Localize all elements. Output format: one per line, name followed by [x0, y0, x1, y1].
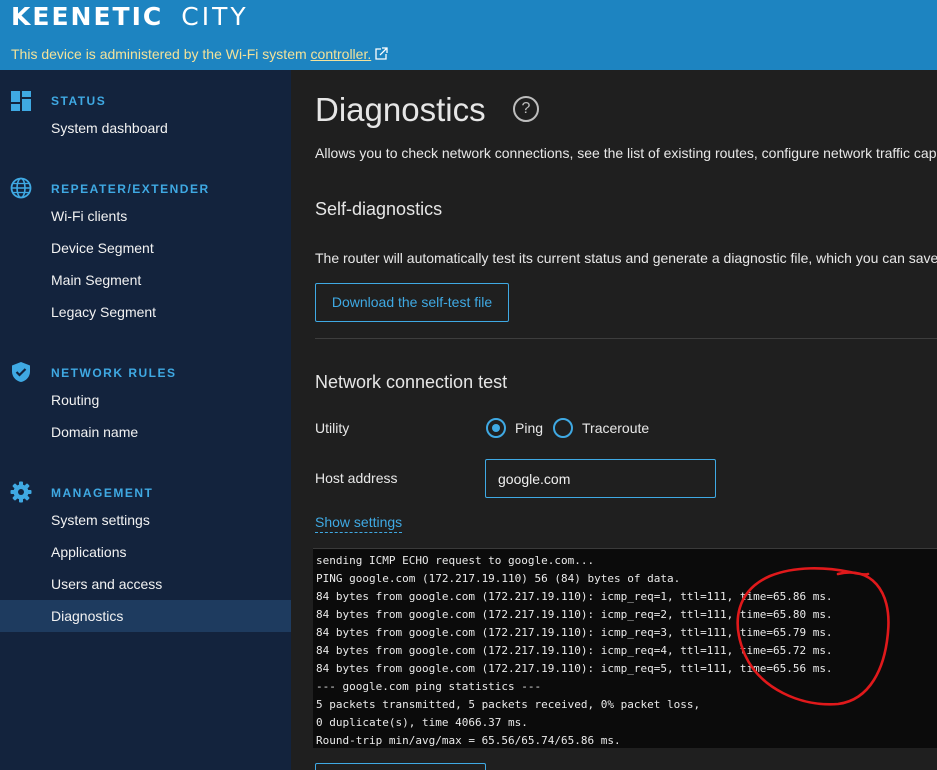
external-link-icon[interactable] — [374, 47, 388, 64]
page-description: Allows you to check network connections,… — [315, 145, 937, 161]
group-title-management: MANAGEMENT — [51, 486, 154, 500]
dashboard-icon — [10, 90, 32, 112]
host-address-input[interactable] — [485, 459, 716, 498]
sidebar-item-diagnostics[interactable]: Diagnostics — [0, 600, 291, 632]
gear-icon — [10, 481, 32, 503]
console-line: Round-trip min/avg/max = 65.56/65.74/65.… — [316, 734, 621, 747]
console-line: 84 bytes from google.com (172.217.19.110… — [316, 644, 833, 657]
sidebar: STATUS System dashboard REPEATER/EXTENDE… — [0, 70, 291, 770]
sidebar-item-routing[interactable]: Routing — [0, 384, 291, 416]
brand-sub: CITY — [181, 1, 249, 31]
sidebar-item-users-and-access[interactable]: Users and access — [0, 568, 291, 600]
shield-icon — [10, 361, 32, 383]
sidebar-item-legacy-segment[interactable]: Legacy Segment — [0, 296, 291, 328]
admin-notice-text: This device is administered by the Wi-Fi… — [11, 46, 311, 62]
globe-icon — [10, 177, 32, 199]
traceroute-radio[interactable] — [553, 418, 573, 438]
partial-action-button[interactable] — [315, 763, 486, 770]
ping-output-console: sending ICMP ECHO request to google.com.… — [313, 548, 937, 748]
console-line: PING google.com (172.217.19.110) 56 (84)… — [316, 572, 681, 585]
console-line: 0 duplicate(s), time 4066.37 ms. — [316, 716, 528, 729]
console-line: 84 bytes from google.com (172.217.19.110… — [316, 626, 833, 639]
ping-radio[interactable] — [486, 418, 506, 438]
group-title-network-rules: NETWORK RULES — [51, 366, 177, 380]
console-line: 84 bytes from google.com (172.217.19.110… — [316, 608, 833, 621]
controller-link[interactable]: controller. — [311, 46, 372, 62]
page-title: Diagnostics — [315, 91, 486, 128]
self-diagnostics-description: The router will automatically test its c… — [315, 250, 937, 266]
section-divider — [315, 338, 937, 339]
brand-main: KEENETIC — [11, 1, 164, 31]
console-line: --- google.com ping statistics --- — [316, 680, 542, 693]
console-line: sending ICMP ECHO request to google.com.… — [316, 554, 595, 567]
console-line: 84 bytes from google.com (172.217.19.110… — [316, 662, 833, 675]
ping-radio-label[interactable]: Ping — [515, 420, 543, 436]
show-settings-link[interactable]: Show settings — [315, 514, 403, 533]
main-content: Diagnostics ? Allows you to check networ… — [291, 70, 937, 770]
sidebar-item-applications[interactable]: Applications — [0, 536, 291, 568]
traceroute-radio-label[interactable]: Traceroute — [582, 420, 649, 436]
sidebar-item-device-segment[interactable]: Device Segment — [0, 232, 291, 264]
help-icon[interactable]: ? — [513, 96, 539, 122]
admin-notice: This device is administered by the Wi-Fi… — [11, 46, 388, 64]
group-title-status: STATUS — [51, 94, 107, 108]
utility-label: Utility — [315, 420, 350, 436]
sidebar-item-system-dashboard[interactable]: System dashboard — [0, 112, 291, 144]
network-test-title: Network connection test — [315, 372, 508, 392]
sidebar-item-wifi-clients[interactable]: Wi-Fi clients — [0, 200, 291, 232]
console-line: 5 packets transmitted, 5 packets receive… — [316, 698, 701, 711]
sidebar-item-system-settings[interactable]: System settings — [0, 504, 291, 536]
brand-logo: KEENETIC CITY — [11, 1, 249, 31]
self-diagnostics-title: Self-diagnostics — [315, 199, 443, 219]
top-header: KEENETIC CITY This device is administere… — [0, 0, 937, 70]
sidebar-item-domain-name[interactable]: Domain name — [0, 416, 291, 448]
sidebar-item-main-segment[interactable]: Main Segment — [0, 264, 291, 296]
host-address-label: Host address — [315, 470, 398, 486]
download-self-test-button[interactable]: Download the self-test file — [315, 283, 509, 322]
group-title-repeater: REPEATER/EXTENDER — [51, 182, 210, 196]
console-line: 84 bytes from google.com (172.217.19.110… — [316, 590, 833, 603]
